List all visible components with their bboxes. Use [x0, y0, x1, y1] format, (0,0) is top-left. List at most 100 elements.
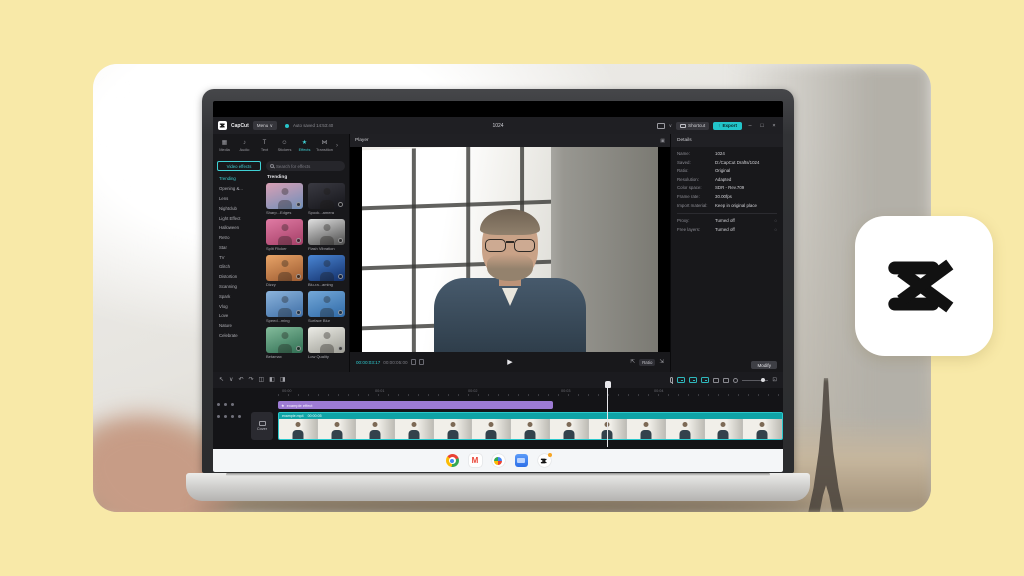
search-input[interactable] — [276, 164, 341, 169]
timeline-tool-1[interactable]: ∨ — [229, 377, 233, 383]
details-label: Resolution: — [677, 177, 715, 182]
taskbar: M — [213, 449, 783, 472]
category-nature[interactable]: Nature — [217, 321, 261, 331]
vip-badge-icon — [296, 310, 301, 315]
category-lens[interactable]: Lens — [217, 194, 261, 204]
category-distortion[interactable]: Distortion — [217, 272, 261, 282]
details-value: Keep in original place — [715, 203, 757, 208]
category-trending[interactable]: Trending — [217, 174, 261, 184]
timeline-ruler[interactable]: 00:0000:0100:0200:0300:04 — [213, 388, 783, 397]
category-halloween[interactable]: Halloween — [217, 223, 261, 233]
category-opening-[interactable]: Opening &... — [217, 184, 261, 194]
details-label: Name: — [677, 151, 715, 156]
tab-effects[interactable]: ★Effects — [295, 140, 314, 152]
tab-transition[interactable]: ⋈Transition — [315, 140, 334, 152]
toggle-icon-1[interactable] — [677, 377, 685, 383]
timeline-tool-4[interactable]: ◫ — [259, 377, 265, 383]
timeline-tool-6[interactable]: ◨ — [280, 377, 286, 383]
tabs-more-arrow[interactable]: › — [336, 143, 338, 149]
chrome-icon[interactable] — [446, 454, 459, 467]
export-button[interactable]: ↑ Export — [713, 122, 742, 130]
category-glitch[interactable]: Glitch — [217, 262, 261, 272]
details-label: Free layers: — [677, 227, 715, 232]
effect-tile[interactable]: Betamax — [266, 327, 303, 359]
effect-tile[interactable]: Blu-ra...aming — [308, 255, 345, 287]
gmail-icon[interactable]: M — [469, 454, 482, 467]
menu-button[interactable]: Menu ∨ — [253, 121, 277, 130]
category-tv[interactable]: TV — [217, 252, 261, 262]
category-vlog[interactable]: Vlog — [217, 301, 261, 311]
vip-badge-icon — [338, 310, 343, 315]
effects-search[interactable] — [266, 161, 345, 171]
video-clip-duration: 00:00:05 — [308, 414, 322, 418]
effect-tile[interactable]: Spook...amera — [308, 183, 345, 215]
minimize-button[interactable]: – — [746, 123, 754, 129]
preview-axis-icon[interactable] — [713, 378, 719, 383]
effect-name: Betamax — [266, 354, 303, 359]
display-caret-icon[interactable]: ∨ — [669, 123, 672, 129]
video-track-header[interactable] — [217, 415, 241, 418]
tab-audio[interactable]: ♪Audio — [235, 140, 254, 152]
ratio-button[interactable]: Ratio — [639, 359, 655, 366]
effects-grid: Sharp...EdgesSpook...ameraSplit FlickerF… — [266, 183, 345, 359]
timeline-tool-2[interactable]: ↶ — [238, 377, 243, 383]
timeline-tool-3[interactable]: ↷ — [248, 377, 253, 383]
stickers-icon: ☺ — [281, 140, 287, 146]
shortcut-button[interactable]: Shortcut — [676, 122, 709, 130]
gear-icon[interactable]: ○ — [774, 218, 777, 223]
category-celebrate[interactable]: Celebrate — [217, 331, 261, 341]
tab-label: Audio — [240, 147, 250, 152]
effect-track-header[interactable] — [217, 403, 241, 406]
zoom-fit-icon[interactable]: ⊡ — [772, 377, 777, 383]
timeline-tool-0[interactable]: ↖ — [219, 377, 224, 383]
video-preview[interactable] — [362, 147, 658, 352]
category-love[interactable]: Love — [217, 311, 261, 321]
effect-tile[interactable]: Split Flicker — [266, 219, 303, 251]
tab-media[interactable]: ▦Media — [215, 140, 234, 152]
fullscreen-icon[interactable]: ⇲ — [659, 359, 664, 365]
gear-icon[interactable]: ○ — [774, 227, 777, 232]
capcut-dock-icon[interactable] — [538, 454, 551, 467]
effect-tile[interactable]: Dizzy — [266, 255, 303, 287]
play-button[interactable]: ▶ — [507, 358, 512, 366]
details-value: Adapted — [715, 177, 731, 182]
category-spark[interactable]: Spark — [217, 291, 261, 301]
category-retro[interactable]: Retro — [217, 233, 261, 243]
category-star[interactable]: Star — [217, 242, 261, 252]
category-scanning[interactable]: Scanning — [217, 282, 261, 292]
link-icon[interactable] — [723, 378, 729, 383]
toggle-icon-3[interactable] — [701, 377, 709, 383]
timeline-tool-5[interactable]: ◧ — [269, 377, 275, 383]
video-effects-button[interactable]: Video effects — [217, 161, 261, 171]
scene-man-beard — [487, 254, 533, 281]
prev-frame-icon[interactable] — [411, 359, 416, 365]
video-clip[interactable]: example.mp4 00:00:05 — [278, 412, 783, 440]
close-button[interactable]: × — [770, 123, 778, 129]
record-voiceover-icon[interactable] — [670, 377, 674, 383]
timeline-settings-icon[interactable] — [733, 378, 738, 383]
effect-clip[interactable]: ★ example effect — [278, 401, 553, 409]
effect-tile[interactable]: Flash Vibration — [308, 219, 345, 251]
toggle-icon-2[interactable] — [689, 377, 697, 383]
player-panel-icon[interactable]: ▣ — [660, 138, 665, 144]
maximize-button[interactable]: □ — [758, 123, 766, 129]
playhead[interactable] — [607, 388, 608, 447]
photos-icon[interactable] — [492, 454, 505, 467]
tab-text[interactable]: TText — [255, 140, 274, 152]
category-nightclub[interactable]: Nightclub — [217, 203, 261, 213]
effect-thumbnail — [308, 255, 345, 281]
modify-button[interactable]: Modify — [751, 361, 777, 369]
files-icon[interactable] — [515, 454, 528, 467]
display-mode-icon[interactable] — [657, 123, 665, 129]
player-controls: 00:00:03:17 00:00:05:00 ▶ ⇱ Ratio ⇲ — [350, 352, 670, 372]
timeline-zoom-slider[interactable] — [742, 380, 768, 381]
effect-tile[interactable]: Surface Blur — [308, 291, 345, 323]
cover-button[interactable]: Cover — [251, 412, 273, 440]
effect-tile[interactable]: Sharp...Edges — [266, 183, 303, 215]
next-frame-icon[interactable] — [419, 359, 424, 365]
tab-stickers[interactable]: ☺Stickers — [275, 140, 294, 152]
effect-tile[interactable]: Speed...ming — [266, 291, 303, 323]
expand-icon[interactable]: ⇱ — [631, 359, 636, 365]
effect-tile[interactable]: Low Quality — [308, 327, 345, 359]
category-light-effect[interactable]: Light Effect — [217, 213, 261, 223]
